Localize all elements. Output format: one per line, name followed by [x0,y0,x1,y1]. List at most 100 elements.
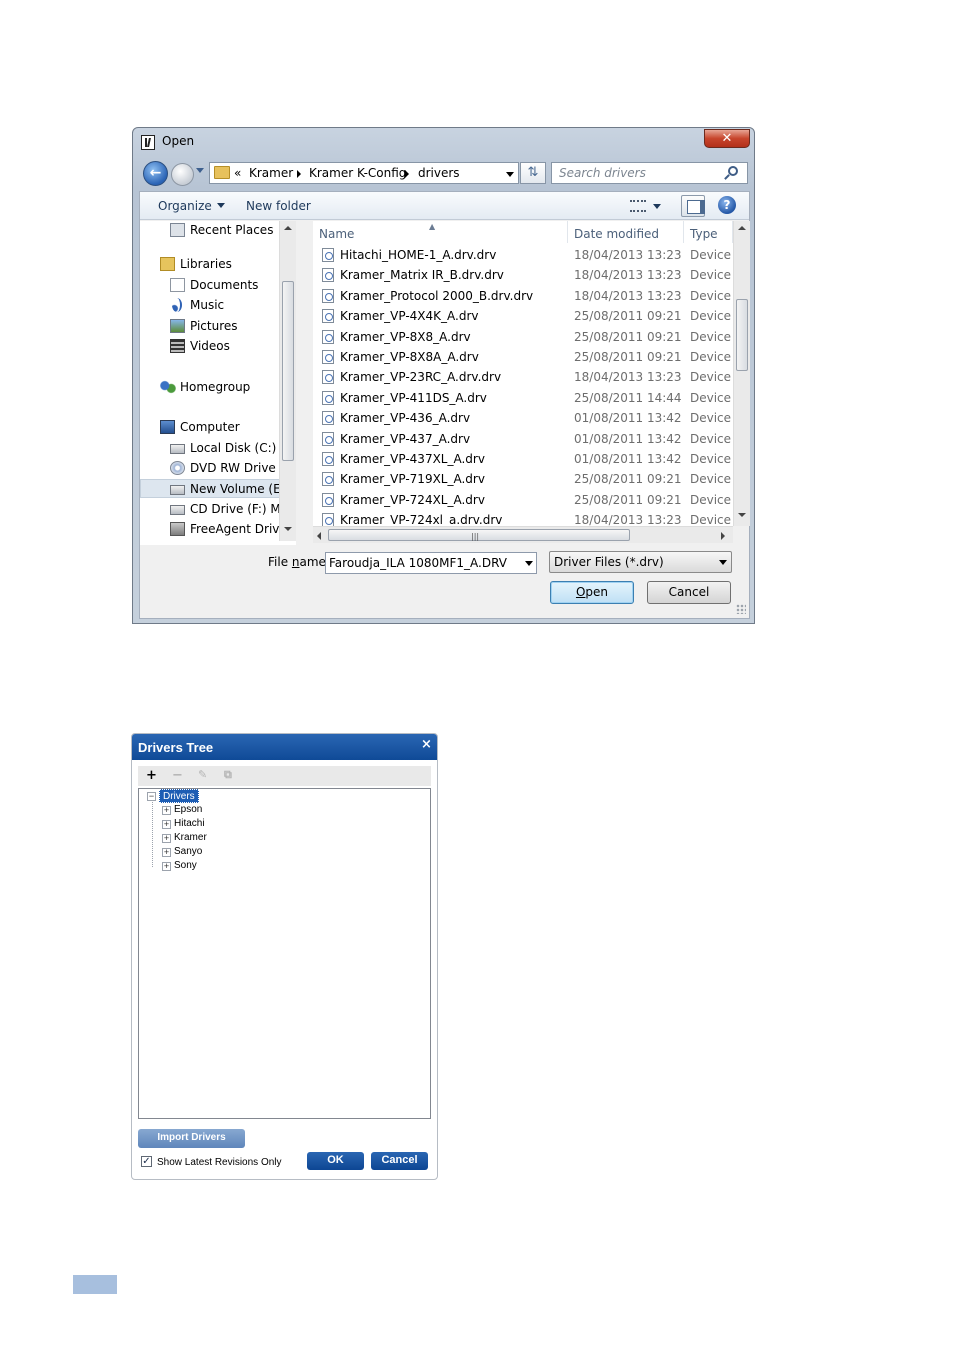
drivers-tree-title-bar: Drivers Tree × [132,734,437,760]
file-row[interactable]: Hitachi_HOME-1_A.drv.drv 18/04/2013 13:23… [313,245,733,265]
file-row[interactable]: Kramer_VP-436_A.drv 01/08/2011 13:42 Devic… [313,408,733,428]
nav-item-label: Recent Places [190,223,274,237]
driver-file-icon [322,472,334,487]
file-row[interactable]: Kramer_VP-437XL_A.drv 01/08/2011 13:42 Dev… [313,449,733,469]
breadcrumb-chevron-icon[interactable] [297,170,301,178]
organize-label: Organize [158,199,212,213]
scrollbar-thumb[interactable]: ||| [328,529,630,541]
nav-item-pictures[interactable]: Pictures [140,317,282,336]
organize-menu[interactable]: Organize [158,199,225,213]
file-row[interactable]: Kramer_VP-437_A.drv 01/08/2011 13:42 Devic… [313,429,733,449]
show-latest-revisions-checkbox[interactable]: ✓ [141,1156,152,1167]
file-list-scrollbar[interactable] [733,221,750,526]
breadcrumb-kramer-k-config[interactable]: Kramer K-Config [309,166,406,180]
nav-item-new-volume[interactable]: New Volume (E:) [140,479,282,498]
file-type-dropdown-icon[interactable] [719,560,727,565]
open-button-accelerator: O [575,585,586,599]
nav-item-homegroup[interactable]: Homegroup [140,378,282,397]
back-button[interactable]: ← [143,161,168,186]
scroll-right-icon[interactable] [721,532,725,540]
file-row[interactable]: Kramer_VP-411DS_A.drv 25/08/2011 14:44 Dev… [313,388,733,408]
expand-icon[interactable]: + [162,862,171,871]
file-name-dropdown-icon[interactable] [525,561,533,566]
driver-file-icon [322,452,334,466]
scroll-up-icon[interactable] [738,226,746,230]
resize-grip-icon[interactable] [736,604,746,614]
scrollbar-thumb[interactable] [282,281,294,461]
close-button[interactable]: ✕ [704,129,750,148]
tree-node-drivers[interactable]: Drivers [159,789,199,803]
scroll-up-icon[interactable] [284,226,292,230]
scroll-down-icon[interactable] [738,513,746,517]
file-list-horizontal-scrollbar[interactable]: ||| [313,526,733,543]
nav-item-freeagent-drive[interactable]: FreeAgent Drive ( [140,520,282,539]
file-row[interactable]: Kramer_VP-719XL_A.drv 25/08/2011 09:21 Dev… [313,469,733,489]
expand-icon[interactable]: + [162,806,171,815]
breadcrumb-chevron-icon[interactable] [405,170,409,178]
file-name-input[interactable]: Faroudja_ILA 1080MF1_A.DRV [325,552,537,574]
column-header-name[interactable]: Name ▲ [313,221,568,243]
ok-button[interactable]: OK [307,1152,364,1170]
file-row[interactable]: Kramer_VP-724XL_A.drv 25/08/2011 09:21 Dev… [313,490,733,510]
change-view-icon[interactable] [630,200,646,212]
open-button[interactable]: Open [550,581,634,604]
nav-item-dvd-rw-drive[interactable]: DVD RW Drive (D [140,459,282,478]
refresh-button[interactable]: ⇅ [520,162,546,184]
expand-icon[interactable]: + [162,820,171,829]
scroll-down-icon[interactable] [284,527,292,531]
cancel-button[interactable]: Cancel [647,581,731,604]
breadcrumb-kramer[interactable]: Kramer [249,166,293,180]
recent-locations-dropdown[interactable] [196,168,204,173]
help-icon[interactable]: ? [718,196,736,214]
edit-icon[interactable]: ✎ [198,768,207,781]
remove-icon[interactable]: − [172,768,183,783]
file-row[interactable]: Kramer_VP-724xl_a.drv.drv 18/04/2013 13:2… [313,510,733,526]
scrollbar-thumb[interactable] [736,299,748,371]
nav-item-videos[interactable]: Videos [140,337,282,356]
file-row[interactable]: Kramer_VP-8X8_A.drv 25/08/2011 09:21 Devic… [313,327,733,347]
view-options-dropdown-icon[interactable] [653,204,661,209]
file-row[interactable]: Kramer_VP-8X8A_A.drv 25/08/2011 09:21 Devi… [313,347,733,367]
add-icon[interactable]: + [146,768,157,783]
address-dropdown-icon[interactable] [506,172,514,177]
file-date-modified: 25/08/2011 09:21 [574,350,682,364]
videos-icon [170,339,185,353]
navigation-pane-scrollbar[interactable] [279,221,296,541]
file-date-modified: 18/04/2013 13:23 [574,370,682,385]
nav-item-libraries[interactable]: Libraries [140,255,282,274]
column-header-type[interactable]: Type [684,221,733,243]
import-drivers-button[interactable]: Import Drivers [138,1129,245,1148]
search-icon[interactable] [728,166,738,176]
file-row[interactable]: Kramer_Matrix IR_B.drv.drv 18/04/2013 13:… [313,265,733,285]
tree-node-label: Sony [174,860,197,871]
driver-file-icon [322,329,334,344]
nav-item-computer[interactable]: Computer [140,418,282,437]
preview-pane-button[interactable] [681,195,705,217]
drivers-tree-cancel-button[interactable]: Cancel [371,1152,428,1170]
expand-icon[interactable]: + [162,848,171,857]
file-type-select[interactable]: Driver Files (*.drv) [549,551,732,573]
nav-item-recent-places[interactable]: Recent Places [140,221,282,240]
scroll-left-icon[interactable] [317,532,321,540]
search-input[interactable]: Search drivers [551,162,748,184]
column-header-date-modified[interactable]: Date modified [568,221,684,243]
collapse-icon[interactable]: − [147,792,156,801]
file-row[interactable]: Kramer_VP-4X4K_A.drv 25/08/2011 09:21 Devi… [313,306,733,326]
file-row[interactable]: Kramer_Protocol 2000_B.drv.drv 18/04/2013… [313,286,733,306]
address-bar[interactable]: « Kramer Kramer K-Config drivers [209,162,519,184]
close-icon[interactable]: × [421,737,432,752]
nav-item-documents[interactable]: Documents [140,276,282,295]
nav-item-cd-drive[interactable]: CD Drive (F:) MY [140,500,282,519]
breadcrumb-overflow[interactable]: « [234,166,241,180]
nav-item-music[interactable]: Music [140,296,282,315]
copy-icon[interactable]: ⧉ [224,768,232,782]
new-folder-button[interactable]: New folder [246,199,311,213]
file-row[interactable]: Kramer_VP-23RC_A.drv.drv 18/04/2013 13:23… [313,367,733,387]
command-bar: Organize New folder ? [140,192,749,220]
sort-ascending-icon: ▲ [429,222,436,231]
forward-button[interactable] [171,163,194,186]
breadcrumb-drivers[interactable]: drivers [418,166,460,180]
expand-icon[interactable]: + [162,834,171,843]
nav-item-local-disk[interactable]: Local Disk (C:) [140,439,282,458]
documents-icon [170,278,185,292]
